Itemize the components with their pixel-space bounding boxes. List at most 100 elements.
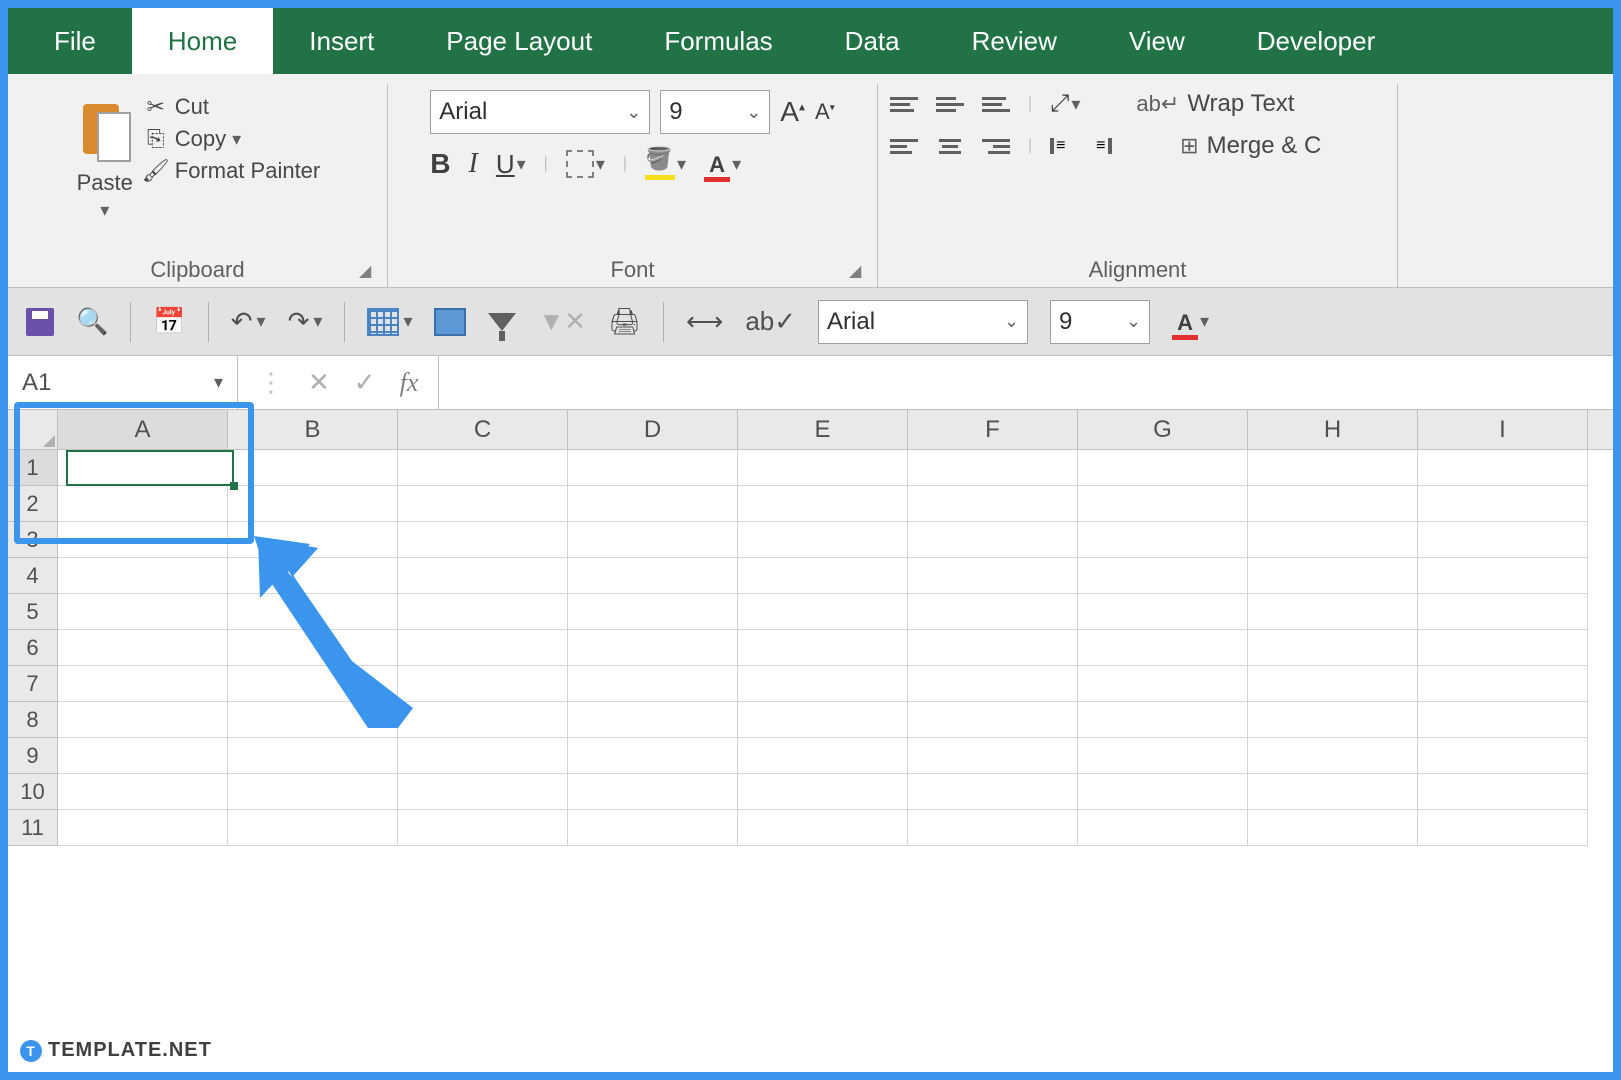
cell[interactable] [58,522,228,558]
cell[interactable] [1078,522,1248,558]
cell[interactable] [398,450,568,486]
cell[interactable] [228,702,398,738]
cell[interactable] [228,810,398,846]
orientation-button[interactable]: ⤢▾ [1050,90,1080,118]
cell[interactable] [1078,702,1248,738]
cell[interactable] [568,666,738,702]
cell[interactable] [1248,450,1418,486]
ribbon-tab-insert[interactable]: Insert [273,8,410,74]
cell[interactable] [1248,702,1418,738]
cell[interactable] [58,594,228,630]
cell[interactable] [908,450,1078,486]
cell[interactable] [738,702,908,738]
row-header-1[interactable]: 1 [8,450,58,486]
cell[interactable] [1418,522,1588,558]
filter-button[interactable] [488,313,516,331]
redo-button[interactable]: ↷ ▾ [288,306,323,337]
cell[interactable] [738,558,908,594]
cell[interactable] [1078,630,1248,666]
cell[interactable] [1418,558,1588,594]
fill-handle[interactable] [230,482,238,490]
cell[interactable] [398,630,568,666]
cell[interactable] [908,486,1078,522]
fb-dots-icon[interactable]: ⋮ [258,367,284,398]
cell[interactable] [1248,666,1418,702]
cell[interactable] [908,522,1078,558]
cell[interactable] [398,702,568,738]
cell[interactable] [908,738,1078,774]
cell[interactable] [908,558,1078,594]
align-middle-icon[interactable] [936,97,964,112]
cell[interactable] [1418,810,1588,846]
column-header-I[interactable]: I [1418,410,1588,449]
qat-font-color-button[interactable]: A▾ [1172,310,1209,334]
cell[interactable] [568,810,738,846]
cell[interactable] [228,666,398,702]
increase-indent-icon[interactable]: ≡ [1096,137,1124,155]
cells-area[interactable] [58,450,1588,846]
cell[interactable] [738,738,908,774]
ribbon-tab-review[interactable]: Review [936,8,1093,74]
column-header-F[interactable]: F [908,410,1078,449]
align-top-icon[interactable] [890,97,918,112]
cell[interactable] [58,810,228,846]
align-left-icon[interactable] [890,139,918,154]
autofit-button[interactable]: ⟷ [686,306,723,337]
cell[interactable] [738,594,908,630]
font-size-combo[interactable]: 9 ⌄ [660,90,770,134]
ribbon-tab-developer[interactable]: Developer [1221,8,1412,74]
cell[interactable] [908,810,1078,846]
decrease-font-icon[interactable]: A▾ [815,99,835,125]
cell[interactable] [1078,450,1248,486]
column-header-C[interactable]: C [398,410,568,449]
cell[interactable] [908,630,1078,666]
format-painter-button[interactable]: 🖌 Format Painter [143,158,321,184]
cell[interactable] [568,702,738,738]
column-header-H[interactable]: H [1248,410,1418,449]
cell[interactable] [568,774,738,810]
row-header-10[interactable]: 10 [8,774,58,810]
cell[interactable] [1248,594,1418,630]
fx-button[interactable]: fx [400,368,419,398]
name-box[interactable]: A1 ▾ [8,356,238,409]
increase-font-icon[interactable]: A▴ [780,96,805,128]
cell[interactable] [58,774,228,810]
cell[interactable] [908,666,1078,702]
cell[interactable] [58,702,228,738]
cell[interactable] [228,594,398,630]
ribbon-tab-home[interactable]: Home [132,8,273,74]
cell[interactable] [1418,666,1588,702]
cell[interactable] [228,558,398,594]
cell[interactable] [228,486,398,522]
print-preview-button[interactable]: 🔍 [76,306,108,337]
ribbon-tab-pagelayout[interactable]: Page Layout [410,8,628,74]
cell[interactable] [1078,738,1248,774]
cell[interactable] [1078,810,1248,846]
paste-button[interactable]: Paste ▾ [75,90,135,221]
ribbon-tab-view[interactable]: View [1093,8,1221,74]
undo-button[interactable]: ↶ ▾ [231,306,266,337]
ribbon-tab-formulas[interactable]: Formulas [628,8,808,74]
cell[interactable] [58,666,228,702]
align-center-icon[interactable] [936,139,964,154]
cut-button[interactable]: ✂ Cut [143,94,321,120]
row-header-11[interactable]: 11 [8,810,58,846]
decrease-indent-icon[interactable]: ≡ [1050,137,1078,155]
cell[interactable] [1248,486,1418,522]
cell[interactable] [398,594,568,630]
underline-button[interactable]: U▾ [496,149,526,180]
cell[interactable] [1078,558,1248,594]
cell[interactable] [1078,594,1248,630]
cell[interactable] [568,486,738,522]
qat-font-name-combo[interactable]: Arial ⌄ [818,300,1028,344]
font-color-button[interactable]: A▾ [704,152,741,176]
row-header-3[interactable]: 3 [8,522,58,558]
cell[interactable] [398,486,568,522]
cell[interactable] [228,738,398,774]
cell[interactable] [398,558,568,594]
cell[interactable] [58,558,228,594]
cell[interactable] [738,522,908,558]
cell[interactable] [908,702,1078,738]
select-mode-button[interactable]: ▾ [367,308,412,336]
cell[interactable] [58,738,228,774]
